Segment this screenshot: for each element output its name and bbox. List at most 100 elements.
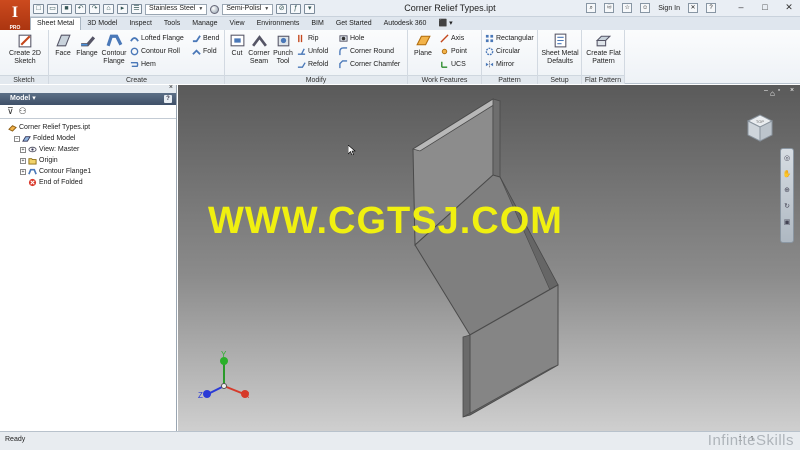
tree-node-root[interactable]: Corner Relief Types.ipt xyxy=(0,122,176,133)
tree-node-view-master[interactable]: + View: Master xyxy=(0,144,176,155)
minimize-icon[interactable]: – xyxy=(734,2,748,13)
chevron-down-icon: ▾ xyxy=(32,95,36,102)
plane-button[interactable]: Plane xyxy=(411,32,435,58)
ribbon-tab-bar: Sheet Metal 3D Model Inspect Tools Manag… xyxy=(30,17,800,30)
orbit-icon[interactable]: ↻ xyxy=(782,201,792,213)
tree-node-folded-model-label: Folded Model xyxy=(33,135,76,142)
sign-in-link[interactable]: Sign In xyxy=(658,5,680,12)
binoculars-icon[interactable]: ⚇ xyxy=(19,106,27,117)
expand-icon[interactable]: + xyxy=(20,157,26,164)
binoculars-icon[interactable]: ♾ xyxy=(604,3,615,13)
sheet-metal-part[interactable] xyxy=(178,85,800,431)
mirror-button[interactable]: Mirror xyxy=(485,59,514,70)
tab-bim[interactable]: BIM xyxy=(305,18,329,30)
search-icon[interactable]: ⌕ xyxy=(586,3,597,13)
tab-inspect[interactable]: Inspect xyxy=(123,18,158,30)
user-icon[interactable]: ☺ xyxy=(640,3,651,13)
tab-view[interactable]: View xyxy=(224,18,251,30)
tree-node-origin[interactable]: + Origin xyxy=(0,155,176,166)
close-icon[interactable]: ✕ xyxy=(782,2,796,13)
corner-round-button[interactable]: Corner Round xyxy=(339,46,394,57)
maximize-icon[interactable]: □ xyxy=(758,2,772,13)
close-icon[interactable]: × xyxy=(169,84,173,91)
sheet-metal-defaults-button[interactable]: Sheet Metal Defaults xyxy=(539,32,581,66)
point-button[interactable]: Point xyxy=(440,46,467,57)
expand-icon[interactable]: + xyxy=(20,146,26,153)
rectangular-pattern-button[interactable]: Rectangular xyxy=(485,33,534,44)
expand-icon[interactable]: + xyxy=(20,168,26,175)
viewcube-icon[interactable]: TOP xyxy=(740,107,780,147)
hole-button[interactable]: Hole xyxy=(339,33,364,44)
cut-icon xyxy=(229,32,246,49)
tab-autodesk-360[interactable]: Autodesk 360 xyxy=(378,18,433,30)
tree-node-folded-model[interactable]: − Folded Model xyxy=(0,133,176,144)
filter-icon[interactable]: ⊽ xyxy=(7,106,14,117)
open-file-icon[interactable]: ▭ xyxy=(47,4,58,14)
tree-node-end-of-folded[interactable]: End of Folded xyxy=(0,177,176,188)
tab-get-started[interactable]: Get Started xyxy=(330,18,378,30)
create-flat-pattern-button[interactable]: Create Flat Pattern xyxy=(583,32,624,66)
star-icon[interactable]: ☆ xyxy=(622,3,633,13)
properties-icon[interactable]: ☰ xyxy=(131,4,142,14)
material-select[interactable]: Stainless Steel ▼ xyxy=(145,3,208,15)
fx-icon[interactable]: ƒ xyxy=(290,4,302,14)
cut-button[interactable]: Cut xyxy=(228,32,246,58)
contour-flange-button[interactable]: Contour Flange xyxy=(100,32,128,66)
application-menu-button[interactable]: I PRO xyxy=(0,0,30,33)
tab-manage[interactable]: Manage xyxy=(186,18,223,30)
punch-tool-button[interactable]: Punch Tool xyxy=(272,32,294,66)
exchange-icon[interactable]: ✕ xyxy=(688,3,698,13)
help-icon[interactable]: ? xyxy=(164,95,172,103)
tab-more[interactable]: ⬛ ▾ xyxy=(432,18,458,30)
graphics-viewport[interactable]: – ▫ × WWW.CGTSJ.COM TOP ⌂ ◎ ✋ ⊕ ↻ ▣ Y X … xyxy=(178,85,800,431)
corner-chamfer-button[interactable]: Corner Chamfer xyxy=(339,59,400,70)
collapse-icon[interactable]: − xyxy=(14,135,20,142)
flange-button[interactable]: Flange xyxy=(75,32,99,58)
bend-button[interactable]: Bend xyxy=(192,33,219,44)
tab-tools[interactable]: Tools xyxy=(158,18,186,30)
browser-header[interactable]: Model ▾? xyxy=(0,93,176,105)
fold-button[interactable]: Fold xyxy=(192,46,217,57)
refold-button[interactable]: Refold xyxy=(297,59,328,70)
axis-button[interactable]: Axis xyxy=(440,33,464,44)
create-2d-sketch-button[interactable]: Create 2D Sketch xyxy=(4,32,46,66)
hem-button[interactable]: Hem xyxy=(130,59,156,70)
ucs-icon xyxy=(440,60,449,69)
undo-icon[interactable]: ↶ xyxy=(75,4,86,14)
flat-pattern-icon xyxy=(595,32,612,49)
pan-icon[interactable]: ✋ xyxy=(782,169,792,181)
unfold-button[interactable]: Unfold xyxy=(297,46,328,57)
help-icon[interactable]: ? xyxy=(706,3,716,13)
lofted-flange-icon xyxy=(130,34,139,43)
steering-wheel-icon[interactable]: ◎ xyxy=(782,153,792,165)
new-file-icon[interactable]: □ xyxy=(33,4,44,14)
circular-label: Circular xyxy=(496,48,521,55)
home-icon[interactable]: ⌂ xyxy=(103,4,114,14)
flange-label: Flange xyxy=(76,50,98,57)
look-at-icon[interactable]: ▣ xyxy=(782,217,792,229)
zoom-icon[interactable]: ⊕ xyxy=(782,185,792,197)
lofted-flange-button[interactable]: Lofted Flange xyxy=(130,33,184,44)
contour-roll-button[interactable]: Contour Roll xyxy=(130,46,180,57)
redo-icon[interactable]: ↷ xyxy=(89,4,100,14)
app-button-label: I xyxy=(11,4,19,21)
face-button[interactable]: Face xyxy=(53,32,73,58)
tab-environments[interactable]: Environments xyxy=(251,18,306,30)
ucs-button[interactable]: UCS xyxy=(440,59,466,70)
tree-node-contour-flange[interactable]: + Contour Flange1 xyxy=(0,166,176,177)
appearance-select[interactable]: Semi-Polisl ▼ xyxy=(222,3,274,15)
clear-override-icon[interactable]: ⊘ xyxy=(276,4,288,14)
qat-more-icon[interactable]: ▾ xyxy=(304,4,316,14)
contour-flange-icon xyxy=(28,167,37,176)
mirror-label: Mirror xyxy=(496,61,515,68)
save-icon[interactable]: ■ xyxy=(61,4,72,14)
panel-modify: Cut Corner Seam Punch Tool Rip Unfold Re… xyxy=(225,30,408,84)
tree-node-root-label: Corner Relief Types.ipt xyxy=(19,124,91,131)
corner-seam-button[interactable]: Corner Seam xyxy=(247,32,271,66)
select-icon[interactable]: ▸ xyxy=(117,4,128,14)
circular-pattern-button[interactable]: Circular xyxy=(485,46,520,57)
tab-3d-model[interactable]: 3D Model xyxy=(81,18,123,30)
rip-button[interactable]: Rip xyxy=(297,33,319,44)
tab-sheet-metal[interactable]: Sheet Metal xyxy=(30,17,82,30)
home-view-icon[interactable]: ⌂ xyxy=(770,89,778,98)
